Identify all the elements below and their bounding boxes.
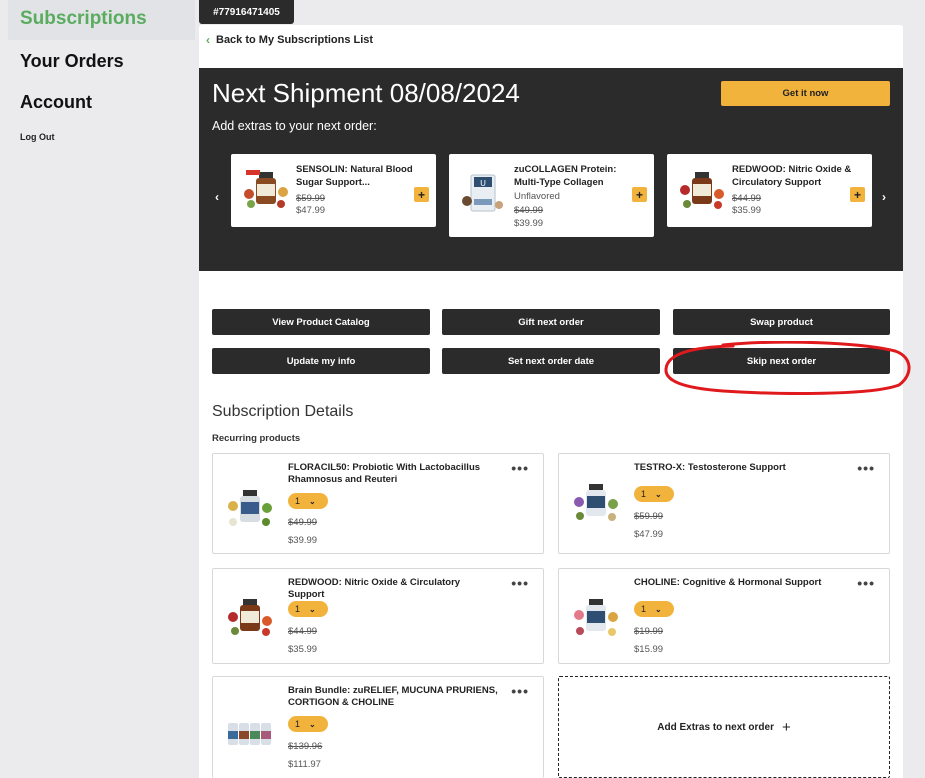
red-annotation-circle bbox=[664, 341, 911, 395]
product-thumbnail bbox=[680, 172, 724, 209]
update-my-info-button[interactable]: Update my info bbox=[212, 348, 430, 374]
subscription-details-title: Subscription Details bbox=[212, 403, 354, 420]
extra-product-name: SENSOLIN: Natural Blood Sugar Support... bbox=[296, 164, 413, 188]
quantity-value: 1 bbox=[641, 604, 647, 614]
extra-product-new-price: $39.99 bbox=[514, 218, 544, 229]
recurring-products-label: Recurring products bbox=[212, 433, 301, 444]
item-name: CHOLINE: Cognitive & Hormonal Support bbox=[634, 577, 822, 588]
quantity-value: 1 bbox=[641, 489, 647, 499]
chevron-down-icon: ⌄ bbox=[309, 604, 316, 614]
add-extra-plus-button[interactable]: + bbox=[632, 187, 647, 202]
more-options-icon[interactable]: ••• bbox=[857, 460, 875, 476]
item-old-price: $19.99 bbox=[634, 626, 664, 637]
extra-product-name: REDWOOD: Nitric Oxide & Circulatory Supp… bbox=[732, 164, 852, 188]
subscription-item-card: TESTRO-X: Testosterone Support ••• 1 ⌄ $… bbox=[558, 453, 890, 554]
subscription-panel: ‹ Back to My Subscriptions List Next Shi… bbox=[199, 25, 903, 778]
item-old-price: $139.96 bbox=[288, 741, 323, 752]
product-thumbnail bbox=[228, 490, 272, 526]
logout-link[interactable]: Log Out bbox=[20, 132, 55, 142]
item-new-price: $39.99 bbox=[288, 535, 318, 546]
item-old-price: $49.99 bbox=[288, 517, 318, 528]
quantity-select[interactable]: 1 ⌄ bbox=[288, 493, 328, 509]
quantity-select[interactable]: 1 ⌄ bbox=[288, 601, 328, 617]
add-extras-label: Add Extras to next order bbox=[657, 721, 774, 733]
item-name: FLORACIL50: Probiotic With Lactobacillus… bbox=[288, 462, 481, 485]
product-thumbnail bbox=[228, 599, 272, 636]
item-old-price: $44.99 bbox=[288, 626, 318, 637]
extra-product-card[interactable]: U zuCOLLAGEN Protein: Multi-Type Collage… bbox=[449, 154, 654, 237]
plus-icon: + bbox=[781, 718, 791, 736]
item-name: TESTRO-X: Testosterone Support bbox=[634, 462, 786, 473]
extra-product-new-price: $35.99 bbox=[732, 205, 762, 216]
product-thumbnail bbox=[574, 484, 618, 521]
next-shipment-banner: Next Shipment 08/08/2024 Add extras to y… bbox=[199, 68, 903, 271]
extra-product-variant: Unflavored bbox=[514, 191, 560, 202]
product-thumbnail: U bbox=[462, 174, 503, 212]
back-link-label: Back to My Subscriptions List bbox=[216, 34, 374, 46]
product-thumbnail bbox=[228, 723, 271, 745]
extra-product-new-price: $47.99 bbox=[296, 205, 326, 216]
subscription-item-card: FLORACIL50: Probiotic With Lactobacillus… bbox=[212, 453, 544, 554]
order-id-tag: #77916471405 bbox=[199, 0, 294, 24]
gift-next-order-button[interactable]: Gift next order bbox=[442, 309, 660, 335]
sidebar-item-account[interactable]: Account bbox=[20, 92, 92, 113]
carousel-next-icon[interactable]: › bbox=[882, 190, 886, 204]
quantity-select[interactable]: 1 ⌄ bbox=[288, 716, 328, 732]
extra-product-card[interactable]: REDWOOD: Nitric Oxide & Circulatory Supp… bbox=[667, 154, 872, 227]
quantity-select[interactable]: 1 ⌄ bbox=[634, 601, 674, 617]
view-product-catalog-button[interactable]: View Product Catalog bbox=[212, 309, 430, 335]
quantity-value: 1 bbox=[295, 496, 301, 506]
extra-product-name: zuCOLLAGEN Protein: Multi-Type Collagen bbox=[514, 164, 617, 188]
back-to-subscriptions-link[interactable]: ‹ Back to My Subscriptions List bbox=[206, 33, 373, 47]
item-old-price: $59.99 bbox=[634, 511, 664, 522]
product-thumbnail bbox=[244, 170, 288, 208]
add-extras-to-next-order-button[interactable]: Add Extras to next order + bbox=[558, 676, 890, 778]
item-new-price: $47.99 bbox=[634, 529, 664, 540]
quantity-value: 1 bbox=[295, 719, 301, 729]
add-extra-plus-button[interactable]: + bbox=[850, 187, 865, 202]
quantity-value: 1 bbox=[295, 604, 301, 614]
item-name: REDWOOD: Nitric Oxide & Circulatory Supp… bbox=[288, 577, 461, 600]
swap-product-button[interactable]: Swap product bbox=[673, 309, 890, 335]
get-it-now-button[interactable]: Get it now bbox=[721, 81, 890, 106]
subscription-item-card: CHOLINE: Cognitive & Hormonal Support ••… bbox=[558, 568, 890, 664]
item-new-price: $15.99 bbox=[634, 644, 664, 655]
more-options-icon[interactable]: ••• bbox=[511, 575, 529, 591]
more-options-icon[interactable]: ••• bbox=[511, 460, 529, 476]
extra-product-old-price: $49.99 bbox=[514, 205, 544, 216]
add-extra-plus-button[interactable]: + bbox=[414, 187, 429, 202]
item-name: Brain Bundle: zuRELIEF, MUCUNA PRURIENS,… bbox=[288, 685, 498, 708]
extra-product-old-price: $59.99 bbox=[296, 193, 326, 204]
carousel-prev-icon[interactable]: ‹ bbox=[215, 190, 219, 204]
product-thumbnail bbox=[574, 599, 618, 636]
add-extras-subtitle: Add extras to your next order: bbox=[212, 119, 377, 133]
sidebar: Subscriptions Your Orders Account Log Ou… bbox=[0, 0, 195, 778]
chevron-down-icon: ⌄ bbox=[309, 496, 316, 506]
extra-product-old-price: $44.99 bbox=[732, 193, 762, 204]
more-options-icon[interactable]: ••• bbox=[511, 683, 529, 699]
item-new-price: $35.99 bbox=[288, 644, 318, 655]
item-new-price: $111.97 bbox=[288, 759, 321, 770]
chevron-down-icon: ⌄ bbox=[655, 489, 662, 499]
next-shipment-title: Next Shipment 08/08/2024 bbox=[212, 78, 520, 108]
extra-product-card[interactable]: SENSOLIN: Natural Blood Sugar Support...… bbox=[231, 154, 436, 227]
sidebar-item-subscriptions[interactable]: Subscriptions bbox=[20, 8, 147, 30]
chevron-left-icon: ‹ bbox=[206, 33, 210, 47]
sidebar-item-your-orders[interactable]: Your Orders bbox=[20, 51, 124, 72]
quantity-select[interactable]: 1 ⌄ bbox=[634, 486, 674, 502]
svg-text:U: U bbox=[480, 179, 486, 188]
chevron-down-icon: ⌄ bbox=[655, 604, 662, 614]
chevron-down-icon: ⌄ bbox=[309, 719, 316, 729]
set-next-order-date-button[interactable]: Set next order date bbox=[442, 348, 660, 374]
more-options-icon[interactable]: ••• bbox=[857, 575, 875, 591]
subscription-item-card: Brain Bundle: zuRELIEF, MUCUNA PRURIENS,… bbox=[212, 676, 544, 778]
subscription-item-card: REDWOOD: Nitric Oxide & Circulatory Supp… bbox=[212, 568, 544, 664]
